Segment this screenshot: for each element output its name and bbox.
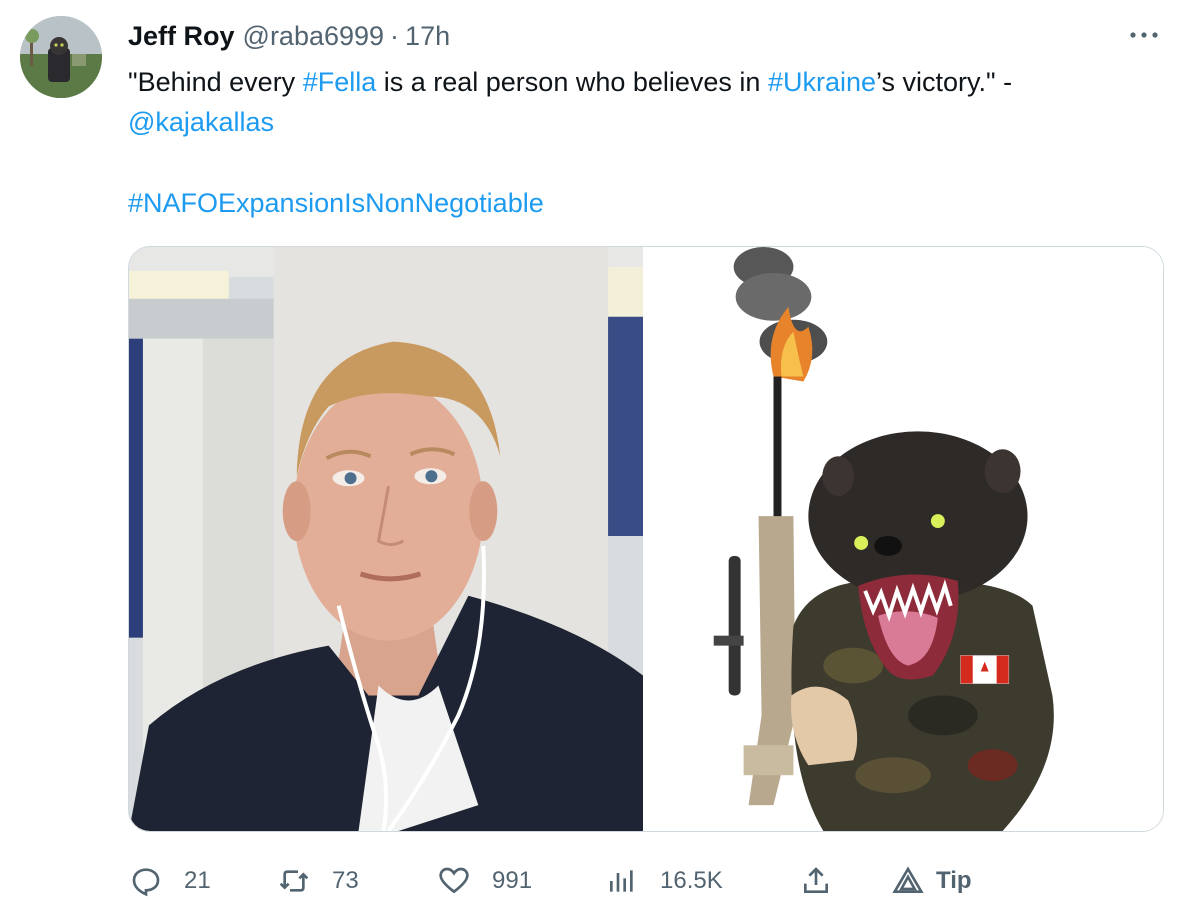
hashtag-nafo[interactable]: #NAFOExpansionIsNonNegotiable: [128, 183, 544, 223]
tweet-text: "Behind every #Fella is a real person wh…: [128, 62, 1168, 142]
avatar-image: [20, 16, 102, 98]
tweet-header: Jeff Roy @raba6999 · 17h: [128, 18, 450, 54]
selfie-image: [129, 247, 643, 831]
reply-count: 21: [184, 867, 211, 894]
tweet-timestamp[interactable]: 17h: [405, 21, 450, 52]
like-button[interactable]: 991: [438, 865, 532, 897]
retweet-count: 73: [332, 867, 359, 894]
more-options-button[interactable]: [1124, 20, 1164, 50]
photo-selfie[interactable]: [129, 247, 643, 831]
retweet-button[interactable]: 73: [278, 865, 359, 897]
heart-icon: [439, 867, 469, 894]
avatar[interactable]: [20, 16, 102, 98]
tip-label: Tip: [936, 867, 972, 894]
reply-icon: [132, 868, 160, 897]
more-icon: [1130, 32, 1158, 38]
share-button[interactable]: [800, 865, 832, 897]
separator-dot: ·: [390, 20, 400, 51]
like-count: 991: [492, 867, 533, 894]
tip-button[interactable]: Tip: [892, 865, 972, 897]
reply-button[interactable]: 21: [130, 865, 211, 897]
photo-fella[interactable]: [643, 247, 1163, 831]
retweet-icon: [279, 870, 309, 892]
analytics-icon: [610, 870, 633, 892]
views-count: 16.5K: [660, 867, 723, 894]
author-name[interactable]: Jeff Roy: [128, 21, 235, 52]
tweet-text-segment: "Behind every: [128, 67, 303, 97]
tweet-actions: 21 73 991 16.5K Tip: [128, 856, 988, 906]
media-grid: [128, 246, 1164, 832]
hashtag-ukraine[interactable]: #Ukraine: [768, 67, 876, 97]
tip-icon: [892, 866, 924, 893]
tweet-text-segment: ’s victory." -: [876, 67, 1013, 97]
hashtag-fella[interactable]: #Fella: [303, 67, 377, 97]
views-button[interactable]: 16.5K: [606, 865, 723, 897]
author-handle[interactable]: @raba6999: [243, 21, 385, 52]
fella-image: [644, 247, 1163, 831]
share-icon: [804, 867, 828, 893]
mention-kajakallas[interactable]: @kajakallas: [128, 107, 274, 137]
tweet-text-segment: is a real person who believes in: [376, 67, 768, 97]
